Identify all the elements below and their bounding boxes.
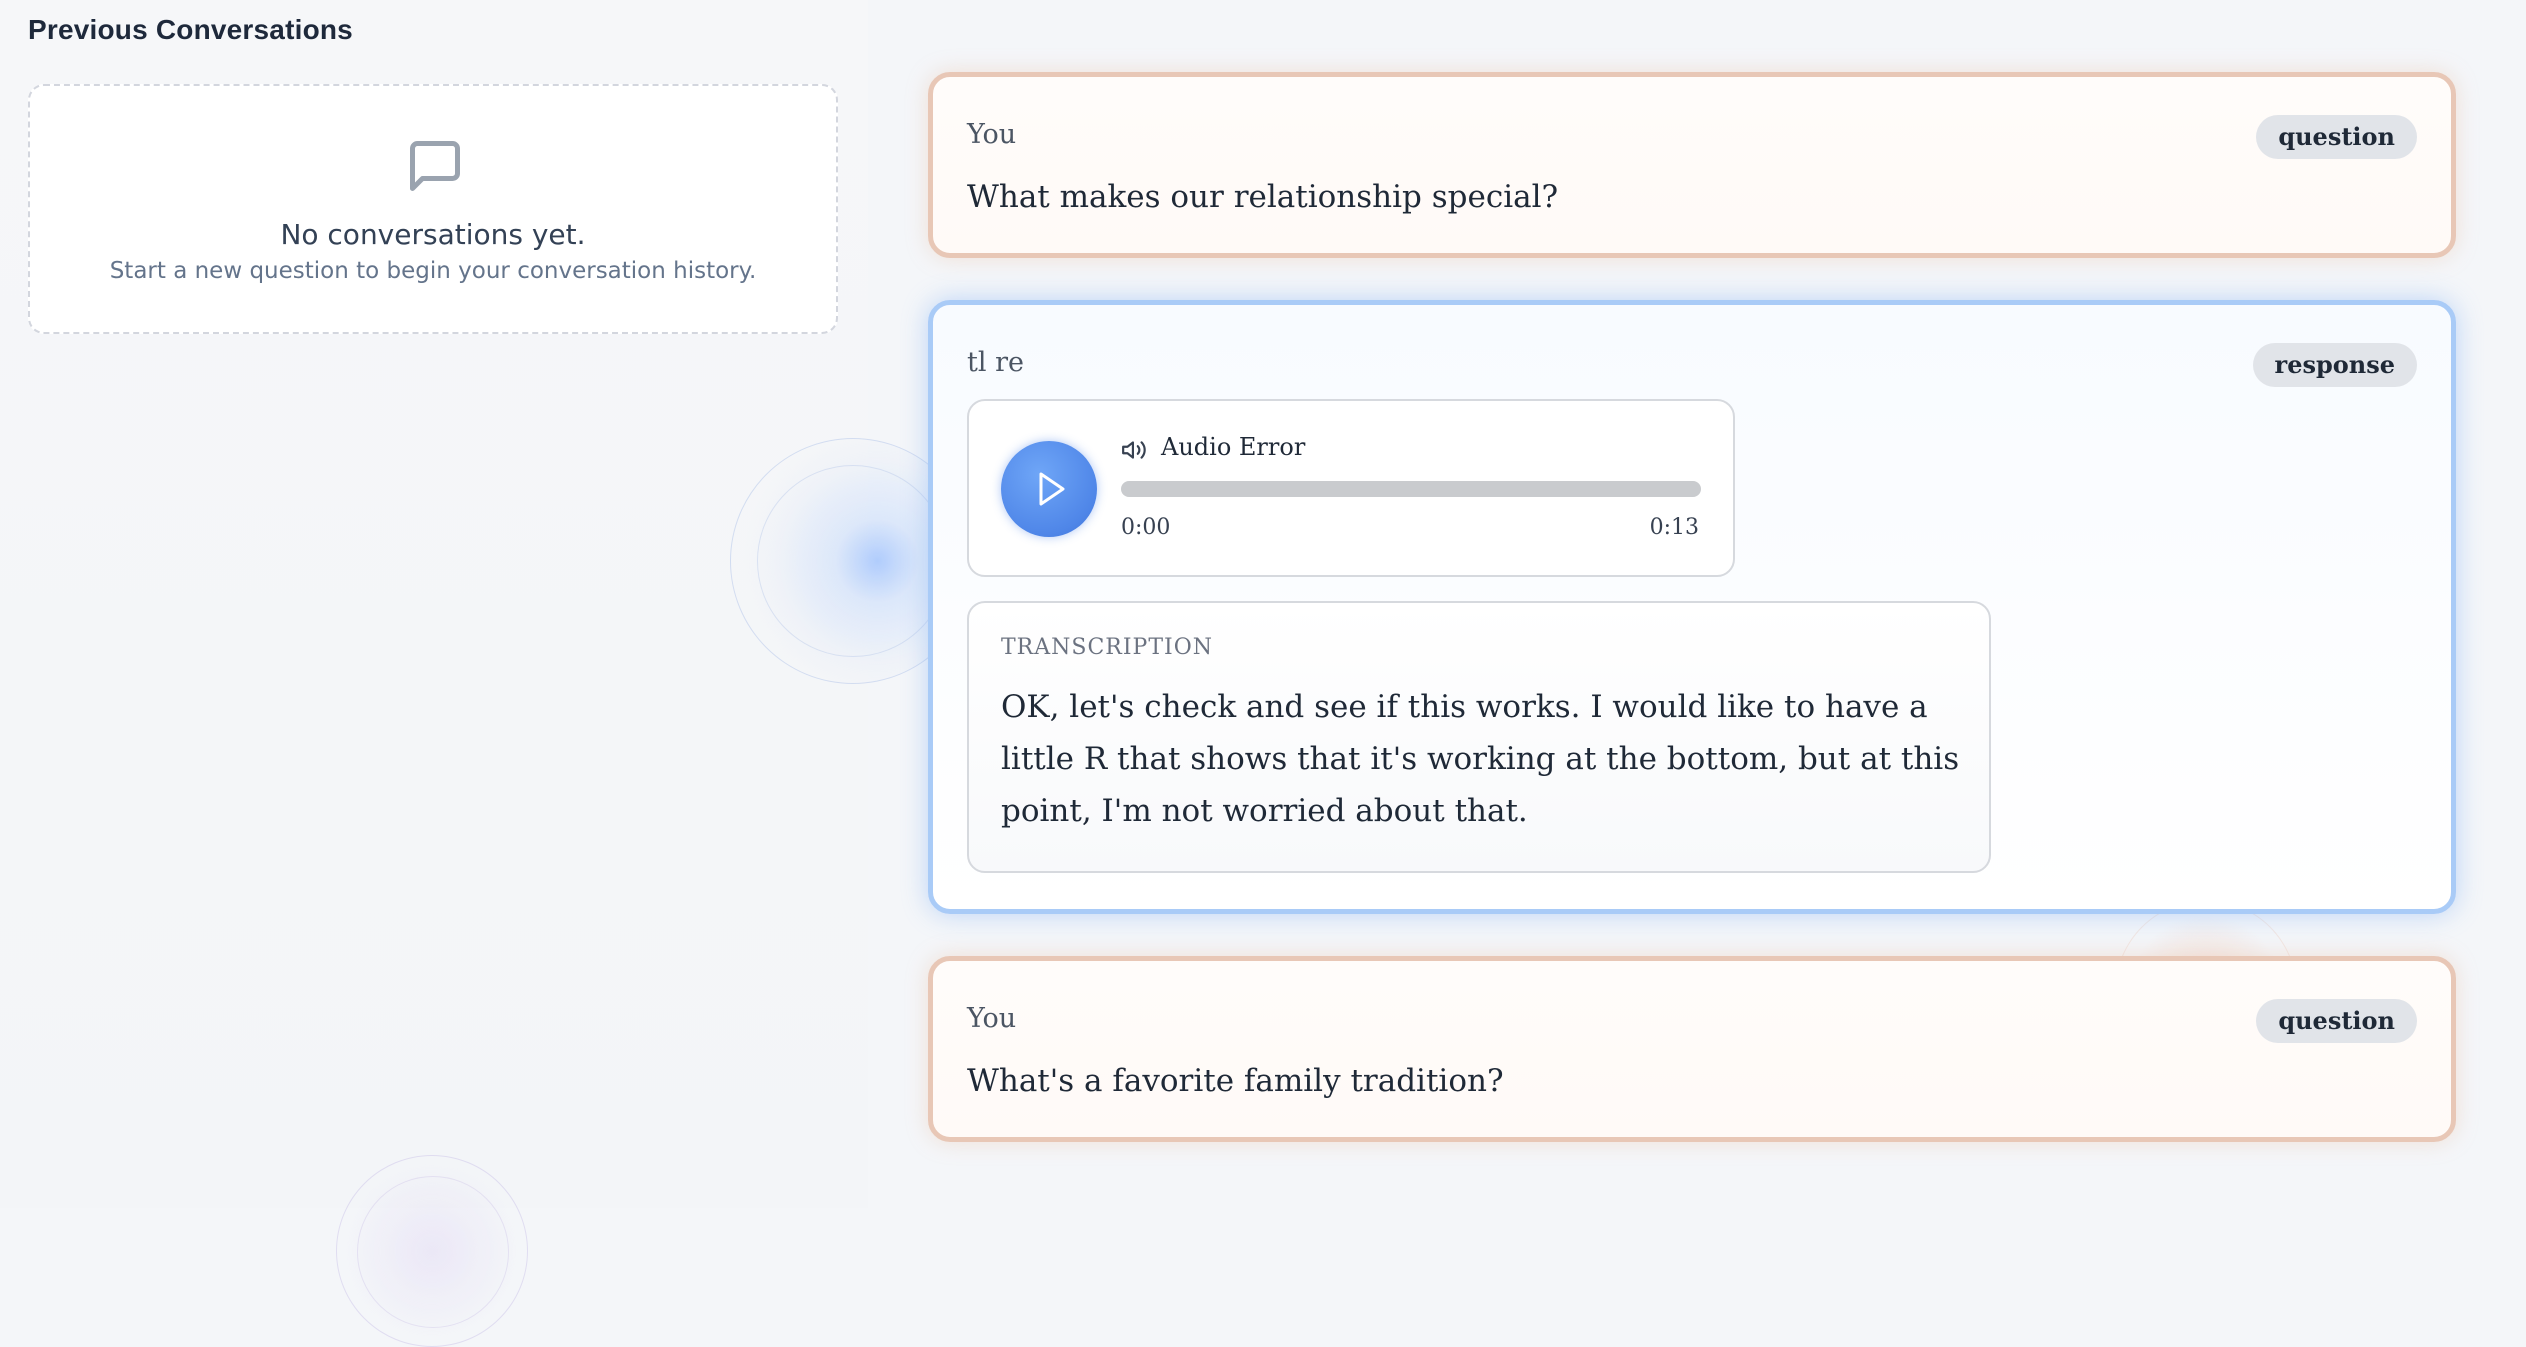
play-button[interactable]	[1001, 441, 1097, 537]
transcription-label: TRANSCRIPTION	[1001, 635, 1213, 660]
empty-conversations-card: No conversations yet. Start a new questi…	[28, 84, 838, 334]
empty-state-subtitle: Start a new question to begin your conve…	[109, 258, 757, 284]
decorative-ripple	[336, 1155, 528, 1347]
speaker-icon	[1122, 441, 1146, 459]
response-badge: response	[2252, 343, 2417, 387]
audio-current-time: 0:00	[1121, 515, 1171, 540]
response-message-card: tl re response Audio Error 0:00 0:13 TRA…	[928, 300, 2456, 914]
message-square-icon	[410, 141, 460, 191]
message-text: What makes our relationship special?	[967, 179, 1559, 215]
audio-status: Audio Error	[1161, 433, 1306, 461]
question-message-card: You question What makes our relationship…	[928, 72, 2456, 258]
question-message-card: You question What's a favorite family tr…	[928, 956, 2456, 1142]
audio-progress-bar[interactable]	[1121, 481, 1701, 497]
empty-state-title: No conversations yet.	[280, 218, 586, 251]
sidebar-title: Previous Conversations	[28, 14, 353, 45]
message-sender: You	[967, 119, 1017, 150]
question-badge: question	[2256, 999, 2417, 1043]
transcription-box: TRANSCRIPTION OK, let's check and see if…	[967, 601, 1991, 873]
audio-player: Audio Error 0:00 0:13	[967, 399, 1735, 577]
message-sender: You	[967, 1003, 1017, 1034]
message-sender: tl re	[967, 347, 1024, 378]
audio-total-time: 0:13	[1649, 515, 1699, 540]
question-badge: question	[2256, 115, 2417, 159]
transcription-text: OK, let's check and see if this works. I…	[1001, 689, 1960, 829]
message-text: What's a favorite family tradition?	[967, 1063, 1504, 1099]
play-icon	[1039, 472, 1065, 506]
